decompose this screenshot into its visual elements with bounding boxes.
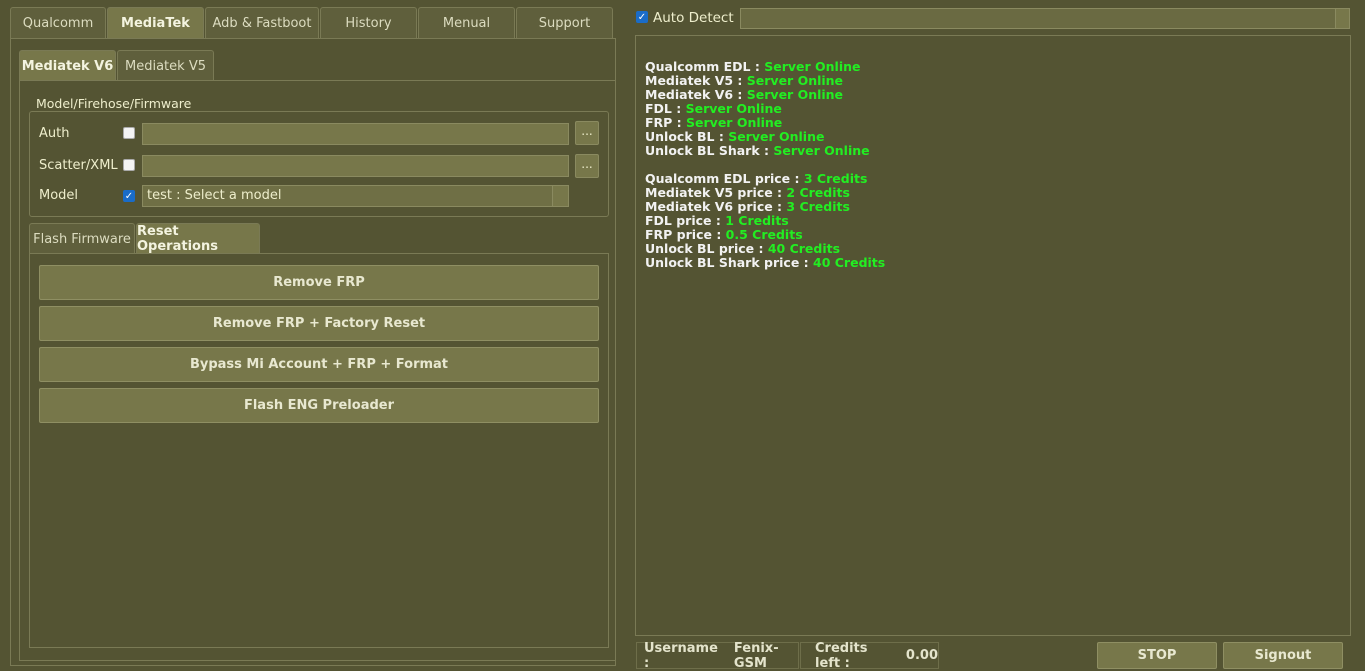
tab-mediatek-v6[interactable]: Mediatek V6 bbox=[19, 50, 116, 81]
tab-mediatek-v5[interactable]: Mediatek V5 bbox=[117, 50, 214, 81]
log-line: FRP : Server Online bbox=[645, 115, 783, 130]
checkmark-icon: ✓ bbox=[124, 191, 134, 202]
scatter-field[interactable] bbox=[142, 155, 569, 177]
tab-reset-operations[interactable]: Reset Operations bbox=[136, 223, 260, 254]
log-line: FDL : Server Online bbox=[645, 101, 782, 116]
scatter-browse-button[interactable]: ... bbox=[575, 154, 599, 178]
tab-adb-fastboot[interactable]: Adb & Fastboot bbox=[205, 7, 319, 39]
tab-support-label: Support bbox=[538, 16, 591, 31]
tab-adb-fastboot-label: Adb & Fastboot bbox=[212, 16, 312, 31]
username-box: Username : Fenix-GSM bbox=[636, 640, 799, 671]
tab-flash-firmware-label: Flash Firmware bbox=[33, 231, 131, 247]
log-line: FRP price : 0.5 Credits bbox=[645, 227, 803, 242]
auth-checkbox[interactable] bbox=[123, 127, 135, 139]
credits-box: Credits left : 0.00 bbox=[800, 640, 939, 671]
scatter-label: Scatter/XML bbox=[39, 158, 118, 173]
tab-qualcomm-label: Qualcomm bbox=[22, 16, 94, 31]
tab-mediatek[interactable]: MediaTek bbox=[107, 7, 204, 39]
tab-mediatek-label: MediaTek bbox=[121, 16, 190, 31]
stop-button[interactable]: STOP bbox=[1097, 642, 1217, 669]
tab-support[interactable]: Support bbox=[516, 7, 613, 39]
tab-menual[interactable]: Menual bbox=[418, 7, 515, 39]
log-line: Mediatek V6 : Server Online bbox=[645, 87, 844, 102]
log-line: Qualcomm EDL : Server Online bbox=[645, 59, 861, 74]
log-output: Qualcomm EDL : Server Online Mediatek V5… bbox=[635, 35, 1351, 636]
tab-history-label: History bbox=[345, 16, 392, 31]
checkmark-icon: ✓ bbox=[637, 12, 647, 23]
tab-reset-operations-label: Reset Operations bbox=[137, 224, 218, 254]
port-select[interactable] bbox=[740, 8, 1350, 29]
scatter-checkbox[interactable] bbox=[123, 159, 135, 171]
log-line: Unlock BL Shark price : 40 Credits bbox=[645, 255, 886, 270]
log-line: FDL price : 1 Credits bbox=[645, 213, 789, 228]
username-value: Fenix-GSM bbox=[733, 640, 779, 671]
auth-field[interactable] bbox=[142, 123, 569, 145]
remove-frp-button[interactable]: Remove FRP bbox=[39, 265, 599, 300]
remove-frp-factory-reset-button[interactable]: Remove FRP + Factory Reset bbox=[39, 306, 599, 341]
dropdown-arrow-icon[interactable] bbox=[1335, 9, 1349, 28]
log-line: Mediatek V5 : Server Online bbox=[645, 73, 844, 88]
signout-button[interactable]: Signout bbox=[1223, 642, 1343, 669]
tab-mediatek-v5-label: Mediatek V5 bbox=[125, 58, 206, 74]
auto-detect-checkbox[interactable]: ✓ bbox=[636, 11, 648, 23]
bypass-mi-account-button[interactable]: Bypass Mi Account + FRP + Format bbox=[39, 347, 599, 382]
auto-detect-label: Auto Detect bbox=[653, 10, 734, 26]
model-select[interactable]: test : Select a model bbox=[142, 185, 569, 207]
tab-flash-firmware[interactable]: Flash Firmware bbox=[29, 223, 135, 254]
tab-history[interactable]: History bbox=[320, 7, 417, 39]
log-line: Qualcomm EDL price : 3 Credits bbox=[645, 171, 868, 186]
model-checkbox[interactable]: ✓ bbox=[123, 190, 135, 202]
credits-label: Credits left : bbox=[815, 640, 868, 671]
log-line: Mediatek V6 price : 3 Credits bbox=[645, 199, 850, 214]
dropdown-arrow-icon[interactable] bbox=[552, 186, 568, 206]
tab-qualcomm[interactable]: Qualcomm bbox=[10, 7, 106, 39]
log-line: Unlock BL : Server Online bbox=[645, 129, 825, 144]
tab-menual-label: Menual bbox=[442, 16, 491, 31]
group-title: Model/Firehose/Firmware bbox=[30, 96, 198, 111]
auth-label: Auth bbox=[39, 126, 70, 141]
username-label: Username : bbox=[644, 640, 718, 671]
log-line: Mediatek V5 price : 2 Credits bbox=[645, 185, 850, 200]
log-line: Unlock BL price : 40 Credits bbox=[645, 241, 841, 256]
model-select-value: test : Select a model bbox=[147, 188, 282, 203]
tab-mediatek-v6-label: Mediatek V6 bbox=[21, 58, 114, 74]
log-line: Unlock BL Shark : Server Online bbox=[645, 143, 870, 158]
model-label: Model bbox=[39, 188, 79, 203]
credits-value: 0.00 bbox=[905, 648, 938, 663]
auth-browse-button[interactable]: ... bbox=[575, 121, 599, 145]
flash-eng-preloader-button[interactable]: Flash ENG Preloader bbox=[39, 388, 599, 423]
